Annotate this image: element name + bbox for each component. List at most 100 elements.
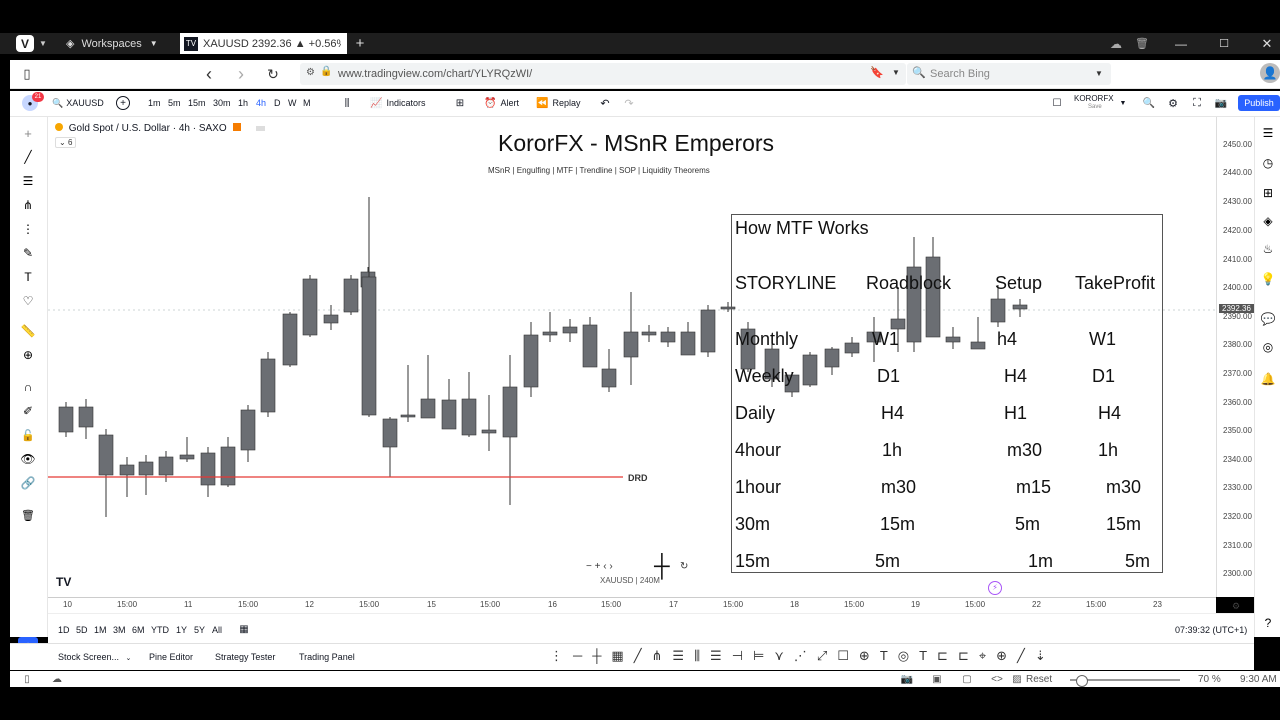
profile-avatar[interactable]: 👤 (1260, 63, 1280, 83)
image-icon[interactable]: ▨ (1010, 672, 1024, 686)
sidebar-toggle-icon[interactable]: ▯ (18, 65, 36, 83)
range-6m[interactable]: 6M (132, 625, 145, 635)
calendar-icon[interactable]: ▦ (237, 622, 251, 636)
time-axis[interactable]: 10 15:00 11 15:00 12 15:00 15 15:00 16 1… (48, 597, 1240, 614)
axis-settings-icon[interactable]: ⚙ (1230, 600, 1242, 612)
replay-button[interactable]: ⏪ Replay (536, 96, 580, 110)
account-name[interactable]: KORORFX (1074, 94, 1114, 103)
vivaldi-menu-icon[interactable]: V (16, 35, 34, 52)
interval-1m[interactable]: 1m (148, 98, 161, 108)
clock-icon[interactable]: ◷ (1260, 155, 1276, 171)
publish-button[interactable]: Publish (1238, 95, 1280, 111)
interval-w[interactable]: W (288, 98, 297, 108)
zoom-slider[interactable] (1070, 675, 1180, 687)
interval-30m[interactable]: 30m (213, 98, 231, 108)
horizontal-lines-icon[interactable]: ☰ (20, 173, 36, 189)
settings-gear-icon[interactable]: ⚙ (1166, 96, 1180, 110)
range-5d[interactable]: 5D (76, 625, 88, 635)
indicators-button[interactable]: 📈 Indicators (370, 96, 425, 110)
code-icon[interactable]: <> (990, 672, 1004, 686)
range-ytd[interactable]: YTD (151, 625, 169, 635)
interval-m[interactable]: M (303, 98, 311, 108)
chart-legend[interactable]: Gold Spot / U.S. Dollar · 4h · SAXO (55, 123, 266, 134)
pencil-lock-icon[interactable]: ✐ (20, 403, 36, 419)
back-icon[interactable]: ‹ (200, 64, 218, 84)
interval-1h[interactable]: 1h (238, 98, 248, 108)
range-1d[interactable]: 1D (58, 625, 70, 635)
new-tab-icon[interactable]: + (352, 35, 368, 52)
notifications-bell-icon[interactable]: 🔔 (1260, 371, 1276, 387)
redo-icon[interactable]: ↷ (622, 96, 636, 110)
lock-icon[interactable]: 🔓 (20, 427, 36, 443)
watchlist-icon[interactable]: ☰ (1260, 125, 1276, 141)
zoom-in-icon[interactable]: ⊕ (20, 347, 36, 363)
cloud-icon[interactable]: ☁ (1107, 35, 1125, 52)
minimize-icon[interactable]: — (1172, 35, 1190, 52)
price-axis[interactable]: 2450.00 2440.00 2430.00 2420.00 2410.00 … (1216, 117, 1255, 597)
chevron-down-icon[interactable]: ▼ (1095, 69, 1103, 78)
chart-clock[interactable]: 07:39:32 (UTC+1) (1175, 625, 1247, 635)
link-icon[interactable]: 🔗 (20, 475, 36, 491)
range-1m[interactable]: 1M (94, 625, 107, 635)
alert-button[interactable]: ⏰ Alert (484, 96, 519, 110)
collapse-icon[interactable] (256, 126, 266, 131)
ideas-icon[interactable]: ◎ (1260, 339, 1276, 355)
undo-icon[interactable]: ↶ (598, 96, 612, 110)
interval-d[interactable]: D (274, 98, 281, 108)
drawing-favorites-toolbar[interactable]: ⋮─┼▦╱⋔☰⫼☰⊣⊨⋎⋰⤢☐⊕T◎T⊏⊏⌖⊕╱⇣ (550, 648, 1056, 664)
lightbulb-icon[interactable]: 💡 (1260, 271, 1276, 287)
text-icon[interactable]: T (20, 269, 36, 285)
interval-5m[interactable]: 5m (168, 98, 181, 108)
range-5y[interactable]: 5Y (194, 625, 205, 635)
magnet-icon[interactable]: ∩ (20, 379, 36, 395)
ruler-icon[interactable]: 📏 (20, 323, 36, 339)
heart-icon[interactable]: ♡ (20, 293, 36, 309)
eye-icon[interactable]: 👁 (20, 451, 36, 467)
tab-pine-editor[interactable]: Pine Editor (149, 652, 193, 662)
camera-icon[interactable]: 📷 (900, 672, 914, 686)
range-1y[interactable]: 1Y (176, 625, 187, 635)
layout-icon[interactable]: ☐ (1050, 96, 1064, 110)
maximize-icon[interactable]: ☐ (1215, 35, 1233, 52)
pitchfork-icon[interactable]: ⋔ (20, 197, 36, 213)
chevron-down-icon[interactable]: ▼ (892, 68, 900, 77)
trash-icon[interactable]: 🗑 (20, 507, 36, 523)
fire-icon[interactable]: ♨ (1260, 241, 1276, 257)
lightning-icon[interactable]: ⚡ (988, 581, 1002, 595)
range-all[interactable]: All (212, 625, 222, 635)
chat-icon[interactable]: 💬 (1260, 311, 1276, 327)
reset-zoom-button[interactable]: Reset (1026, 674, 1052, 685)
range-3m[interactable]: 3M (113, 625, 126, 635)
brush-icon[interactable]: ✎ (20, 245, 36, 261)
help-icon[interactable]: ? (1260, 615, 1276, 631)
templates-icon[interactable]: ⊞ (453, 96, 467, 110)
legend-collapse-button[interactable]: ⌄ 6 (55, 137, 77, 148)
bookmark-icon[interactable]: 🔖 (870, 66, 884, 79)
url-field[interactable]: ⚙ 🔒 www.tradingview.com/chart/YLYRQzWI/ … (300, 63, 906, 85)
forward-icon[interactable]: › (232, 64, 250, 84)
trash-icon[interactable]: 🗑 (1133, 35, 1151, 52)
compare-symbol-icon[interactable]: + (116, 96, 130, 110)
close-icon[interactable]: ✕ (1258, 35, 1276, 52)
zoom-slider-thumb[interactable] (1076, 675, 1088, 687)
chevron-down-icon[interactable]: ▼ (1118, 97, 1128, 109)
page-icon[interactable]: ▢ (960, 672, 974, 686)
layers-icon[interactable]: ◈ (1260, 213, 1276, 229)
tab-trading-panel[interactable]: Trading Panel (299, 652, 355, 662)
workspaces-button[interactable]: ◈ Workspaces ▼ (66, 33, 176, 54)
panel-toggle-icon[interactable]: ▯ (20, 672, 34, 686)
tab-stock-screener[interactable]: Stock Screen... ⌄ (58, 652, 131, 662)
camera-icon[interactable]: 📷 (1214, 96, 1228, 110)
tab-strategy-tester[interactable]: Strategy Tester (215, 652, 275, 662)
interval-15m[interactable]: 15m (188, 98, 206, 108)
zoom-controls[interactable]: − + ‹ › (586, 561, 613, 572)
window-icon[interactable]: ▣ (930, 672, 944, 686)
grid-icon[interactable]: ⊞ (1260, 185, 1276, 201)
chevron-down-icon[interactable]: ▼ (38, 36, 48, 51)
fib-icon[interactable]: ⋮ (20, 221, 36, 237)
search-input[interactable]: 🔍 Search Bing ▼ (907, 63, 1111, 85)
candle-type-icon[interactable]: ⫼ (340, 96, 354, 110)
browser-tab-tradingview[interactable]: TV XAUUSD 2392.36 ▲ +0.56% (180, 33, 347, 54)
reset-chart-icon[interactable]: ↻ (680, 561, 688, 572)
cloud-sync-icon[interactable]: ☁ (50, 672, 64, 686)
